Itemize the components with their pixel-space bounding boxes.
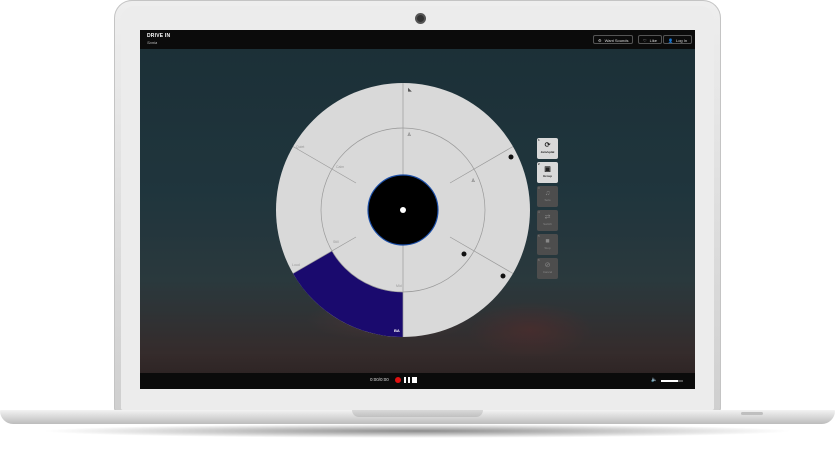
side-button-number: 5	[538, 234, 540, 238]
person-icon: ♙	[407, 132, 411, 138]
wheel-label-inner-0: Calm	[336, 165, 344, 169]
side-button-label: Group	[543, 174, 552, 178]
side-button-label: Solo	[544, 198, 551, 202]
wheel-marker[interactable]	[500, 273, 506, 279]
jam-splat-button[interactable]: 1 ⟳ Jam/splat	[537, 138, 558, 159]
side-panel: 1 ⟳ Jam/splat 2 ▣ Group 3 ♫ Solo 4 ⇄ Swi…	[537, 138, 560, 282]
cancel-button[interactable]: 6 ⊘ Cancel	[537, 258, 558, 279]
volume-slider[interactable]	[661, 380, 683, 382]
record-button[interactable]	[395, 377, 401, 383]
side-button-label: Switch	[543, 222, 552, 226]
group-button[interactable]: 2 ▣ Group	[537, 162, 558, 183]
wheel-label-outer-0: Quiet	[296, 145, 304, 149]
swap-icon: ⇄	[544, 214, 551, 221]
webcam	[417, 15, 424, 22]
app-screen: DRIVE IN Sonia ⚙ Want Sounds ♡ Like 👤 Log I…	[140, 30, 695, 389]
laptop-foot	[741, 412, 763, 415]
refresh-icon: ⟳	[544, 142, 551, 149]
solo-button[interactable]: 3 ♫ Solo	[537, 186, 558, 207]
speaker-icon: ◣	[408, 87, 412, 93]
side-button-number: 4	[538, 210, 540, 214]
pause-button[interactable]	[404, 377, 410, 383]
headphones-icon: ♫	[544, 190, 551, 197]
stop-icon: ■	[545, 238, 550, 245]
wheel-center-dot	[400, 207, 406, 213]
volume-slider-fill	[661, 380, 678, 382]
laptop-shadow	[40, 424, 795, 438]
laptop-notch	[352, 410, 483, 417]
stop-playback-button[interactable]	[412, 377, 417, 383]
cancel-icon: ⊘	[544, 262, 551, 269]
side-button-label: Jam/splat	[540, 150, 555, 154]
side-button-label: Stop	[544, 246, 551, 250]
person-icon: ♙	[471, 178, 475, 184]
wheel-label-outer-1: Loud	[292, 263, 300, 267]
playback-time: 0:00/0:00	[370, 377, 389, 382]
side-button-label: Cancel	[542, 270, 553, 274]
side-button-number: 3	[538, 186, 540, 190]
side-button-number: 6	[538, 258, 540, 262]
side-button-number: 2	[538, 162, 540, 166]
volume-icon: 🔈	[651, 377, 658, 383]
sound-wheel: ◣ ♙ ♙ Quiet Calm Still Loud Mid BA	[276, 83, 530, 337]
grid-icon: ▣	[544, 166, 551, 173]
switch-button[interactable]: 4 ⇄ Switch	[537, 210, 558, 231]
wheel-highlight-label: BA	[394, 328, 400, 333]
player-bar: 0:00/0:00 🔈	[140, 373, 695, 389]
wheel-label-inner-1: Still	[333, 240, 339, 244]
stop-button[interactable]: 5 ■ Stop	[537, 234, 558, 255]
wheel-marker[interactable]	[461, 251, 467, 257]
side-button-number: 1	[538, 138, 540, 142]
wheel-label-outer-2: Mid	[396, 284, 402, 288]
wheel-marker[interactable]	[508, 154, 514, 160]
